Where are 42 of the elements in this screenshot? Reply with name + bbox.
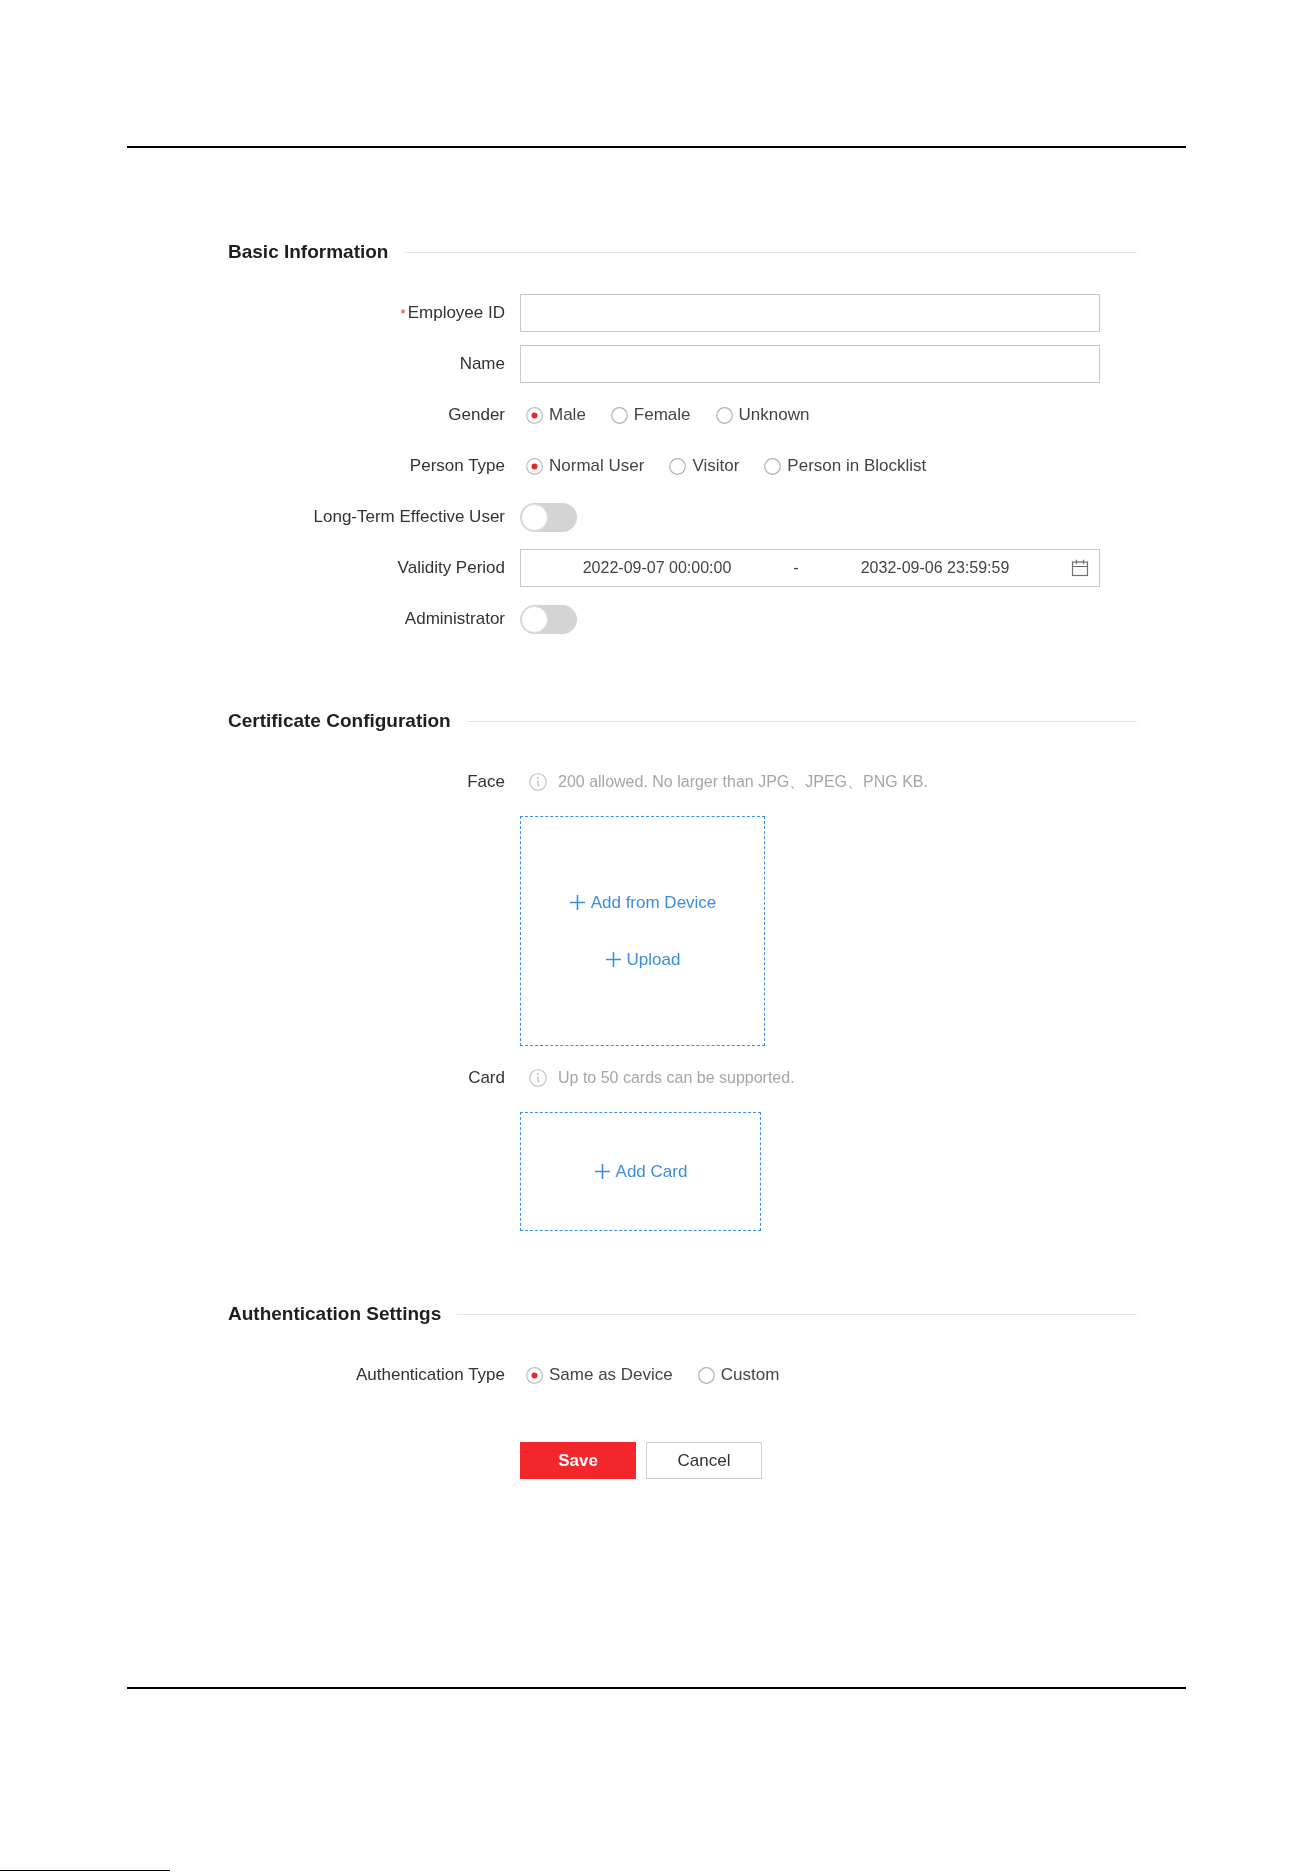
text-input[interactable] — [520, 294, 1100, 332]
section-heading: Certificate Configuration — [228, 709, 451, 733]
toggle-switch[interactable] — [520, 604, 577, 634]
radio-option[interactable]: Female — [610, 405, 691, 425]
field-label: Card — [468, 1068, 505, 1088]
plus-icon — [568, 894, 586, 911]
radio-option[interactable]: Visitor — [669, 456, 740, 476]
save-button[interactable]: Save — [520, 1442, 636, 1479]
field-label: Gender — [448, 405, 505, 425]
section-heading: Authentication Settings — [228, 1302, 442, 1326]
field-label: Face — [467, 772, 505, 792]
info-icon — [529, 773, 547, 791]
field-label: Administrator — [404, 609, 505, 629]
cancel-button[interactable]: Cancel — [646, 1442, 762, 1479]
date-range-field[interactable]: 2022-09-07 00:00:00 - 2032-09-06 23:59:59 — [520, 549, 1100, 587]
text-input[interactable] — [520, 345, 1100, 383]
required-asterisk: * — [400, 304, 406, 323]
radio-option[interactable]: Male — [526, 405, 586, 425]
date-value: 2022-09-07 00:00:00 — [581, 558, 733, 578]
hint-text: Up to 50 cards can be supported. — [558, 1068, 795, 1088]
field-label: Person Type — [409, 456, 505, 476]
field-label: Long-Term Effective User — [313, 507, 505, 527]
field-label: Employee ID — [407, 303, 505, 323]
info-icon — [529, 1069, 547, 1087]
field-label: Authentication Type — [356, 1365, 505, 1385]
range-separator: - — [793, 558, 799, 578]
section-heading: Basic Information — [228, 240, 389, 264]
plus-icon — [604, 951, 622, 968]
hint-text: 200 allowed. No larger than JPG、JPEG、PNG KB. — [558, 772, 928, 792]
radio-option[interactable]: Custom — [697, 1365, 780, 1385]
plus-icon — [593, 1163, 611, 1180]
upload-action-link[interactable]: Add Card — [593, 1161, 688, 1182]
upload-action-link[interactable]: Add from Device — [568, 892, 717, 913]
radio-option[interactable]: Normal User — [526, 456, 645, 476]
field-label: Validity Period — [397, 558, 505, 578]
toggle-switch[interactable] — [520, 502, 577, 532]
field-label: Name — [459, 354, 505, 374]
calendar-icon — [1071, 559, 1089, 577]
radio-option[interactable]: Person in Blocklist — [764, 456, 927, 476]
date-value: 2032-09-06 23:59:59 — [859, 558, 1011, 578]
radio-option[interactable]: Same as Device — [526, 1365, 673, 1385]
radio-option[interactable]: Unknown — [715, 405, 810, 425]
